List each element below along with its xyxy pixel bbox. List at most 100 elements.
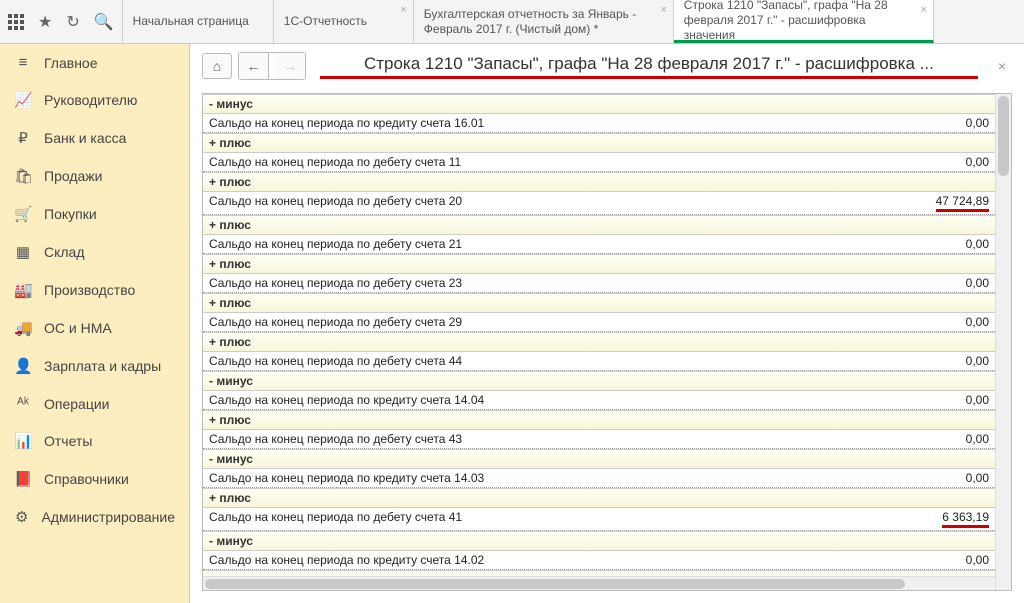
sidebar-label: Операции (44, 396, 110, 412)
sidebar-item-8[interactable]: 👤Зарплата и кадры (0, 347, 189, 385)
sidebar-item-3[interactable]: 🛍Продажи (0, 157, 189, 195)
row-label: Сальдо на конец периода по дебету счета … (209, 315, 954, 329)
sidebar-item-9[interactable]: ᴬᵏ Операции (0, 385, 189, 422)
section-row[interactable]: + плюс (203, 410, 995, 430)
row-label: Сальдо на конец периода по кредиту счета… (209, 116, 954, 130)
close-tab-icon[interactable]: × (400, 4, 406, 18)
row-value: 0,00 (954, 237, 989, 251)
section-row[interactable]: - минус (203, 449, 995, 469)
sidebar-label: Руководителю (44, 92, 137, 108)
row-value: 0,00 (954, 354, 989, 368)
sidebar-item-11[interactable]: 📕 Справочники (0, 460, 189, 498)
sidebar-icon: 🏭 (14, 281, 32, 299)
row-label: Сальдо на конец периода по дебету счета … (209, 237, 954, 251)
sidebar-label: Банк и касса (44, 130, 126, 146)
sidebar-item-1[interactable]: 📈Руководителю (0, 81, 189, 119)
row-value: 0,00 (954, 116, 989, 130)
tab-2[interactable]: Бухгалтерская отчетность за Январь - Фев… (414, 0, 674, 43)
tab-label: Бухгалтерская отчетность за Январь - Фев… (424, 7, 649, 37)
sidebar-item-4[interactable]: 🛒Покупки (0, 195, 189, 233)
sidebar-label: Справочники (44, 471, 129, 487)
row-value: 6 363,19 (930, 510, 989, 528)
forward-button[interactable]: → (275, 53, 305, 79)
section-row[interactable]: + плюс (203, 254, 995, 274)
row-label: Сальдо на конец периода по дебету счета … (209, 155, 954, 169)
favorites-icon[interactable]: ★ (38, 12, 52, 32)
sidebar-item-5[interactable]: ▦Склад (0, 233, 189, 271)
sidebar-item-10[interactable]: 📊Отчеты (0, 422, 189, 460)
sidebar-icon: 🚚 (14, 319, 32, 337)
section-row[interactable]: - минус (203, 94, 995, 114)
section-row[interactable]: - минус (203, 531, 995, 551)
title-highlight (320, 76, 978, 79)
tab-label: 1С-Отчетность (284, 14, 367, 29)
row-value: 0,00 (954, 471, 989, 485)
close-tab-icon[interactable]: × (920, 4, 926, 18)
sidebar-icon: ᴬᵏ (14, 395, 32, 412)
row-label: Сальдо на конец периода по дебету счета … (209, 432, 954, 446)
data-row[interactable]: Сальдо на конец периода по дебету счета … (203, 274, 995, 293)
row-value: 0,00 (954, 276, 989, 290)
sidebar-item-2[interactable]: ₽Банк и касса (0, 119, 189, 157)
history-icon[interactable]: ↻ (66, 12, 79, 32)
row-label: Сальдо на конец периода по дебету счета … (209, 194, 924, 212)
quick-tools: ★ ↻ 🔍 (0, 0, 123, 43)
section-row[interactable]: + плюс (203, 133, 995, 153)
row-value: 0,00 (954, 553, 989, 567)
sidebar-icon: ▦ (14, 243, 32, 261)
tab-0[interactable]: Начальная страница (123, 0, 274, 43)
row-label: Сальдо на конец периода по дебету счета … (209, 510, 930, 528)
search-icon[interactable]: 🔍 (94, 12, 114, 32)
data-row[interactable]: Сальдо на конец периода по дебету счета … (203, 508, 995, 531)
sidebar-item-6[interactable]: 🏭 Производство (0, 271, 189, 309)
section-row[interactable]: + плюс (203, 293, 995, 313)
data-row[interactable]: Сальдо на конец периода по дебету счета … (203, 153, 995, 172)
data-row[interactable]: Сальдо на конец периода по кредиту счета… (203, 391, 995, 410)
data-row[interactable]: Сальдо на конец периода по дебету счета … (203, 235, 995, 254)
sidebar-item-0[interactable]: ≡Главное (0, 44, 189, 81)
row-value: 47 724,89 (924, 194, 989, 212)
close-tab-icon[interactable]: × (660, 4, 666, 18)
top-toolbar: ★ ↻ 🔍 Начальная страница 1С-Отчетность × Бу… (0, 0, 1024, 44)
close-button[interactable]: × (992, 58, 1012, 74)
section-row[interactable]: - минус (203, 371, 995, 391)
data-row[interactable]: Сальдо на конец периода по дебету счета … (203, 430, 995, 449)
tab-label: Начальная страница (133, 14, 249, 29)
section-row[interactable]: + плюс (203, 332, 995, 352)
data-row[interactable]: Сальдо на конец периода по кредиту счета… (203, 551, 995, 570)
data-row[interactable]: Сальдо на конец периода по кредиту счета… (203, 469, 995, 488)
sidebar-item-12[interactable]: ⚙Администрирование (0, 498, 189, 536)
row-value: 0,00 (954, 315, 989, 329)
section-row[interactable]: + плюс (203, 215, 995, 235)
sidebar-label: ОС и НМА (44, 320, 112, 336)
horizontal-scrollbar[interactable] (203, 576, 995, 590)
data-row[interactable]: Сальдо на конец периода по дебету счета … (203, 590, 995, 591)
nav-sidebar: ≡Главное📈Руководителю₽Банк и касса🛍Прода… (0, 44, 190, 603)
tab-3[interactable]: Строка 1210 "Запасы", графа "На 28 февра… (674, 0, 934, 43)
row-label: Сальдо на конец периода по дебету счета … (209, 276, 954, 290)
data-grid-container: - минусСальдо на конец периода по кредит… (202, 93, 1012, 591)
data-row[interactable]: Сальдо на конец периода по кредиту счета… (203, 114, 995, 133)
sidebar-icon: ⚙ (14, 508, 30, 526)
sidebar-label: Главное (44, 55, 98, 71)
apps-icon[interactable] (8, 14, 24, 30)
home-button[interactable]: ⌂ (202, 53, 232, 79)
tab-bar: Начальная страница 1С-Отчетность × Бухгалте… (123, 0, 1024, 43)
sidebar-label: Продажи (44, 168, 102, 184)
sidebar-icon: 👤 (14, 357, 32, 375)
page-title: Строка 1210 "Запасы", графа "На 28 февра… (320, 54, 978, 74)
tab-1[interactable]: 1С-Отчетность × (274, 0, 414, 43)
back-button[interactable]: ← (239, 53, 269, 79)
vertical-scrollbar[interactable] (995, 94, 1011, 590)
row-value: 0,00 (954, 432, 989, 446)
section-row[interactable]: + плюс (203, 488, 995, 508)
sidebar-label: Производство (44, 282, 135, 298)
highlighted-value: 47 724,89 (936, 194, 989, 212)
row-label: Сальдо на конец периода по дебету счета … (209, 354, 954, 368)
data-row[interactable]: Сальдо на конец периода по дебету счета … (203, 313, 995, 332)
sidebar-item-7[interactable]: 🚚 ОС и НМА (0, 309, 189, 347)
section-row[interactable]: + плюс (203, 172, 995, 192)
sidebar-icon: 📕 (14, 470, 32, 488)
data-row[interactable]: Сальдо на конец периода по дебету счета … (203, 352, 995, 371)
data-row[interactable]: Сальдо на конец периода по дебету счета … (203, 192, 995, 215)
